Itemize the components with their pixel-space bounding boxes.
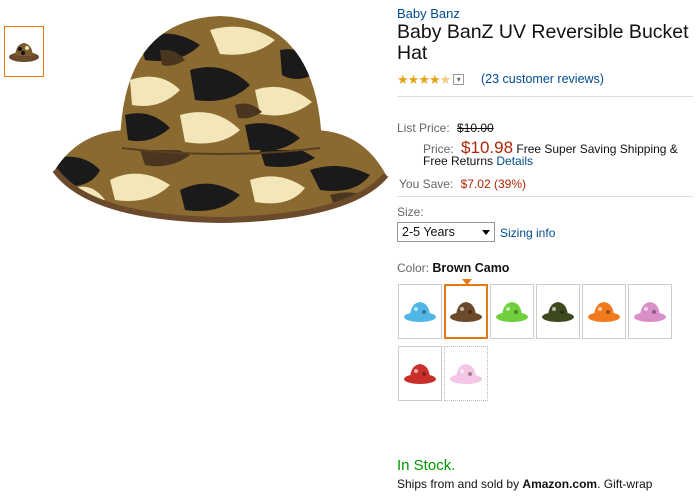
color-swatch[interactable]	[398, 346, 442, 401]
list-price-row: List Price: $10.00	[397, 121, 494, 135]
price-row: Price: $10.98 Free Super Saving Shipping…	[423, 139, 698, 168]
color-swatch[interactable]	[398, 284, 442, 339]
hat-thumbnail-icon	[9, 42, 39, 62]
details-link[interactable]: Details	[496, 154, 533, 168]
divider	[397, 196, 693, 197]
star-icon: ★	[428, 72, 441, 87]
hat-swatch-icon	[634, 301, 666, 322]
main-product-image[interactable]	[50, 10, 390, 230]
product-title: Baby BanZ UV Reversible Bucket Hat	[397, 21, 689, 64]
in-stock-status: In Stock.	[397, 457, 456, 474]
color-swatch[interactable]	[628, 284, 672, 339]
ships-suffix: . Gift-wrap	[597, 477, 653, 491]
hat-swatch-icon	[404, 301, 436, 322]
chevron-down-icon[interactable]: ▾	[453, 74, 465, 85]
color-label: Color:	[397, 261, 430, 275]
you-save-row: You Save: $7.02 (39%)	[399, 177, 526, 191]
star-icon: ★	[418, 72, 430, 87]
reviews-close-paren: )	[599, 72, 604, 86]
size-selected-value: 2-5 Years	[402, 225, 455, 239]
brand-link[interactable]: Baby Banz	[397, 6, 460, 21]
ships-from-text: Ships from and sold by Amazon.com. Gift-…	[397, 477, 697, 491]
list-price-label: List Price:	[397, 121, 450, 135]
thumbnail-image[interactable]	[4, 26, 44, 77]
divider	[397, 96, 693, 97]
dropdown-caret-icon	[482, 229, 490, 235]
color-selected-value: Brown Camo	[432, 261, 510, 275]
list-price-value: $10.00	[457, 121, 494, 135]
color-swatch[interactable]	[536, 284, 580, 339]
color-swatch[interactable]	[444, 346, 488, 401]
you-save-value: $7.02 (39%)	[460, 177, 526, 191]
customer-reviews-link[interactable]: (23 customer reviews)	[481, 72, 604, 86]
star-icon: ★	[397, 72, 409, 87]
hat-swatch-icon	[450, 363, 482, 384]
hat-swatch-icon	[404, 363, 436, 384]
hat-swatch-icon	[496, 301, 528, 322]
size-label: Size:	[397, 205, 424, 219]
hat-swatch-icon	[542, 301, 574, 322]
you-save-label: You Save:	[399, 177, 454, 191]
hat-swatch-icon	[450, 301, 482, 322]
hat-swatch-icon	[588, 301, 620, 322]
star-rating[interactable]: ★ ★ ★ ★ ★ ▾	[397, 72, 465, 87]
half-star-icon: ★	[439, 72, 452, 87]
color-swatch[interactable]	[444, 284, 488, 339]
reviews-link-text[interactable]: 23 customer reviews	[485, 72, 600, 86]
color-swatch[interactable]	[490, 284, 534, 339]
sizing-info-link[interactable]: Sizing info	[500, 226, 555, 240]
ships-prefix: Ships from and sold by	[397, 477, 520, 491]
color-label-row: Color: Brown Camo	[397, 261, 509, 275]
star-icon: ★	[407, 72, 420, 87]
size-dropdown[interactable]: 2-5 Years	[397, 222, 495, 242]
color-swatch[interactable]	[582, 284, 626, 339]
seller-name[interactable]: Amazon.com	[522, 477, 597, 491]
